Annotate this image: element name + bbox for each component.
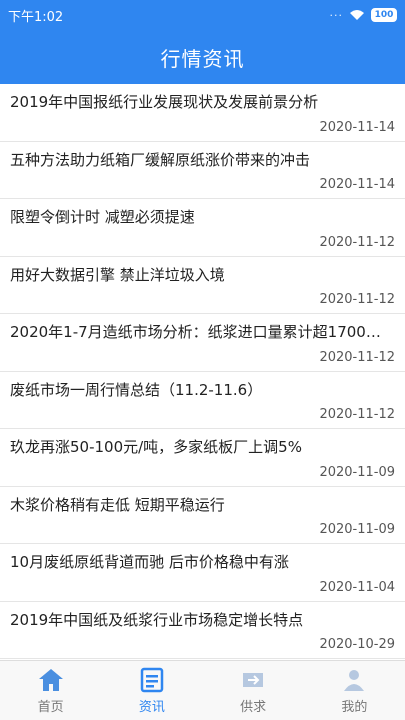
bottom-tab-bar: 首页 资讯 供求 我的 [0, 660, 405, 720]
supply-icon [243, 672, 264, 687]
news-item[interactable]: 废纸市场一周行情总结（11.2-11.6） 2020-11-12 [0, 371, 405, 429]
news-date: 2020-11-09 [319, 464, 395, 480]
battery-icon: 100 [371, 8, 397, 22]
news-date: 2020-11-14 [319, 119, 395, 135]
profile-icon [344, 669, 365, 691]
news-title: 五种方法助力纸箱厂缓解原纸涨价带来的冲击 [10, 150, 311, 169]
status-bar: 下午1:02 ··· 100 [0, 0, 405, 30]
news-date: 2020-11-04 [319, 579, 395, 595]
news-date: 2020-11-14 [319, 177, 395, 192]
news-item[interactable]: 木浆价格稍有走低 短期平稳运行 2020-11-09 [0, 486, 405, 544]
status-icons: ··· 100 [329, 8, 397, 22]
news-date: 2020-10-29 [319, 637, 395, 652]
tab-news[interactable]: 资讯 [101, 661, 202, 720]
news-item[interactable]: 2019年中国纸及纸浆行业市场稳定增长特点 2020-10-29 [0, 601, 405, 659]
news-title: 2019年中国纸及纸浆行业市场稳定增长特点 [10, 610, 304, 629]
news-title: 10月废纸原纸背道而驰 后市价格稳中有涨 [10, 553, 289, 571]
tab-label: 供求 [240, 699, 267, 715]
home-icon [38, 668, 63, 691]
news-date: 2020-11-12 [319, 234, 395, 250]
tab-profile[interactable]: 我的 [304, 661, 405, 720]
news-item[interactable]: 限塑令倒计时 减塑必须提速 2020-11-12 [0, 199, 405, 257]
tab-label: 我的 [341, 699, 368, 715]
news-item[interactable]: 2020年1-7月造纸市场分析：纸浆进口量累计超1700万吨 2020-11-1… [0, 314, 405, 372]
news-title: 2019年中国报纸行业发展现状及发展前景分析 [10, 93, 319, 111]
news-icon [140, 667, 164, 692]
news-title: 玖龙再涨50-100元/吨，多家纸板厂上调5% [10, 438, 302, 456]
news-title: 用好大数据引擎 禁止洋垃圾入境 [10, 265, 225, 284]
tab-home[interactable]: 首页 [0, 661, 101, 720]
tab-label: 首页 [37, 699, 64, 715]
news-title: 限塑令倒计时 减塑必须提速 [10, 208, 195, 226]
news-date: 2020-11-09 [319, 522, 395, 537]
news-list: 2019年中国报纸行业发展现状及发展前景分析 2020-11-14 五种方法助力… [0, 84, 405, 659]
news-item[interactable]: 五种方法助力纸箱厂缓解原纸涨价带来的冲击 2020-11-14 [0, 141, 405, 199]
tab-label: 资讯 [138, 699, 165, 715]
news-title: 废纸市场一周行情总结（11.2-11.6） [10, 380, 263, 399]
news-date: 2020-11-12 [319, 349, 395, 365]
wifi-icon [350, 10, 364, 20]
news-date: 2020-11-12 [319, 292, 395, 307]
news-title: 木浆价格稍有走低 短期平稳运行 [10, 495, 225, 514]
notification-dots-icon: ··· [329, 8, 343, 22]
news-item[interactable]: 10月废纸原纸背道而驰 后市价格稳中有涨 2020-11-04 [0, 544, 405, 602]
page-title: 行情资讯 [0, 30, 405, 84]
news-item[interactable]: 用好大数据引擎 禁止洋垃圾入境 2020-11-12 [0, 256, 405, 314]
news-item[interactable]: 玖龙再涨50-100元/吨，多家纸板厂上调5% 2020-11-09 [0, 429, 405, 487]
news-date: 2020-11-12 [319, 407, 395, 422]
news-title: 2020年1-7月造纸市场分析：纸浆进口量累计超1700万吨 [10, 323, 395, 341]
tab-supply[interactable]: 供求 [203, 661, 304, 720]
status-time: 下午1:02 [8, 9, 64, 25]
news-item[interactable]: 2019年中国报纸行业发展现状及发展前景分析 2020-11-14 [0, 84, 405, 142]
